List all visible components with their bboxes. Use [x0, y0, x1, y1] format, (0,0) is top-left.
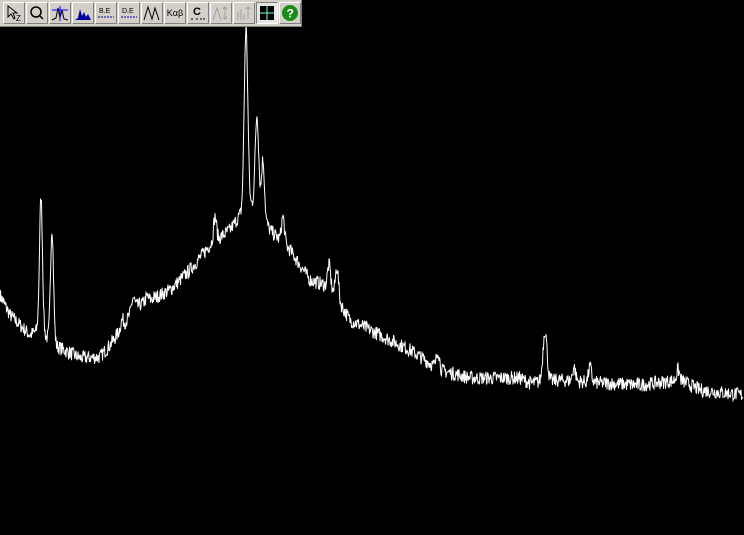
filled-spectrum-button[interactable] — [72, 2, 94, 24]
be-icon: B.E — [98, 8, 114, 18]
calibrate-button[interactable]: C — [187, 2, 209, 24]
markers-icon — [237, 6, 251, 20]
magnify-button[interactable] — [26, 2, 48, 24]
peak-marker-button[interactable] — [49, 2, 71, 24]
svg-text:?: ? — [287, 7, 294, 21]
svg-text:Z: Z — [16, 14, 21, 22]
overlap-peaks-button[interactable] — [141, 2, 163, 24]
spectrum-plot[interactable] — [0, 0, 744, 535]
help-icon: ? — [282, 5, 298, 21]
double-peak-icon — [143, 5, 160, 21]
peak-marker-icon — [51, 6, 69, 21]
help-button[interactable]: ? — [279, 2, 301, 24]
spectrum-trace — [0, 25, 744, 403]
toolbar: Z B.E D.E Kαβ C ? — [0, 0, 302, 27]
magnifier-icon — [30, 6, 44, 20]
calibrate-icon: C — [191, 6, 205, 20]
svg-text:D.E: D.E — [122, 8, 134, 15]
double-escape-button[interactable]: D.E — [118, 2, 140, 24]
grid-button[interactable] — [256, 2, 278, 24]
grid-icon — [260, 6, 274, 20]
filled-spectrum-icon — [75, 9, 91, 20]
markers-button[interactable] — [233, 2, 255, 24]
svg-text:C: C — [193, 6, 201, 18]
svg-text:B.E: B.E — [99, 8, 111, 15]
de-icon: D.E — [121, 8, 137, 18]
fit-peak-icon — [212, 6, 228, 21]
escape-peaks-button[interactable]: B.E — [95, 2, 117, 24]
k-alpha-beta-label: Kαβ — [166, 8, 184, 18]
select-zoom-button[interactable]: Z — [3, 2, 25, 24]
fit-button[interactable] — [210, 2, 232, 24]
spectrum-viewer: Z B.E D.E Kαβ C ? — [0, 0, 744, 535]
k-alpha-beta-button[interactable]: Kαβ — [164, 2, 186, 24]
pointer-icon: Z — [7, 4, 21, 22]
